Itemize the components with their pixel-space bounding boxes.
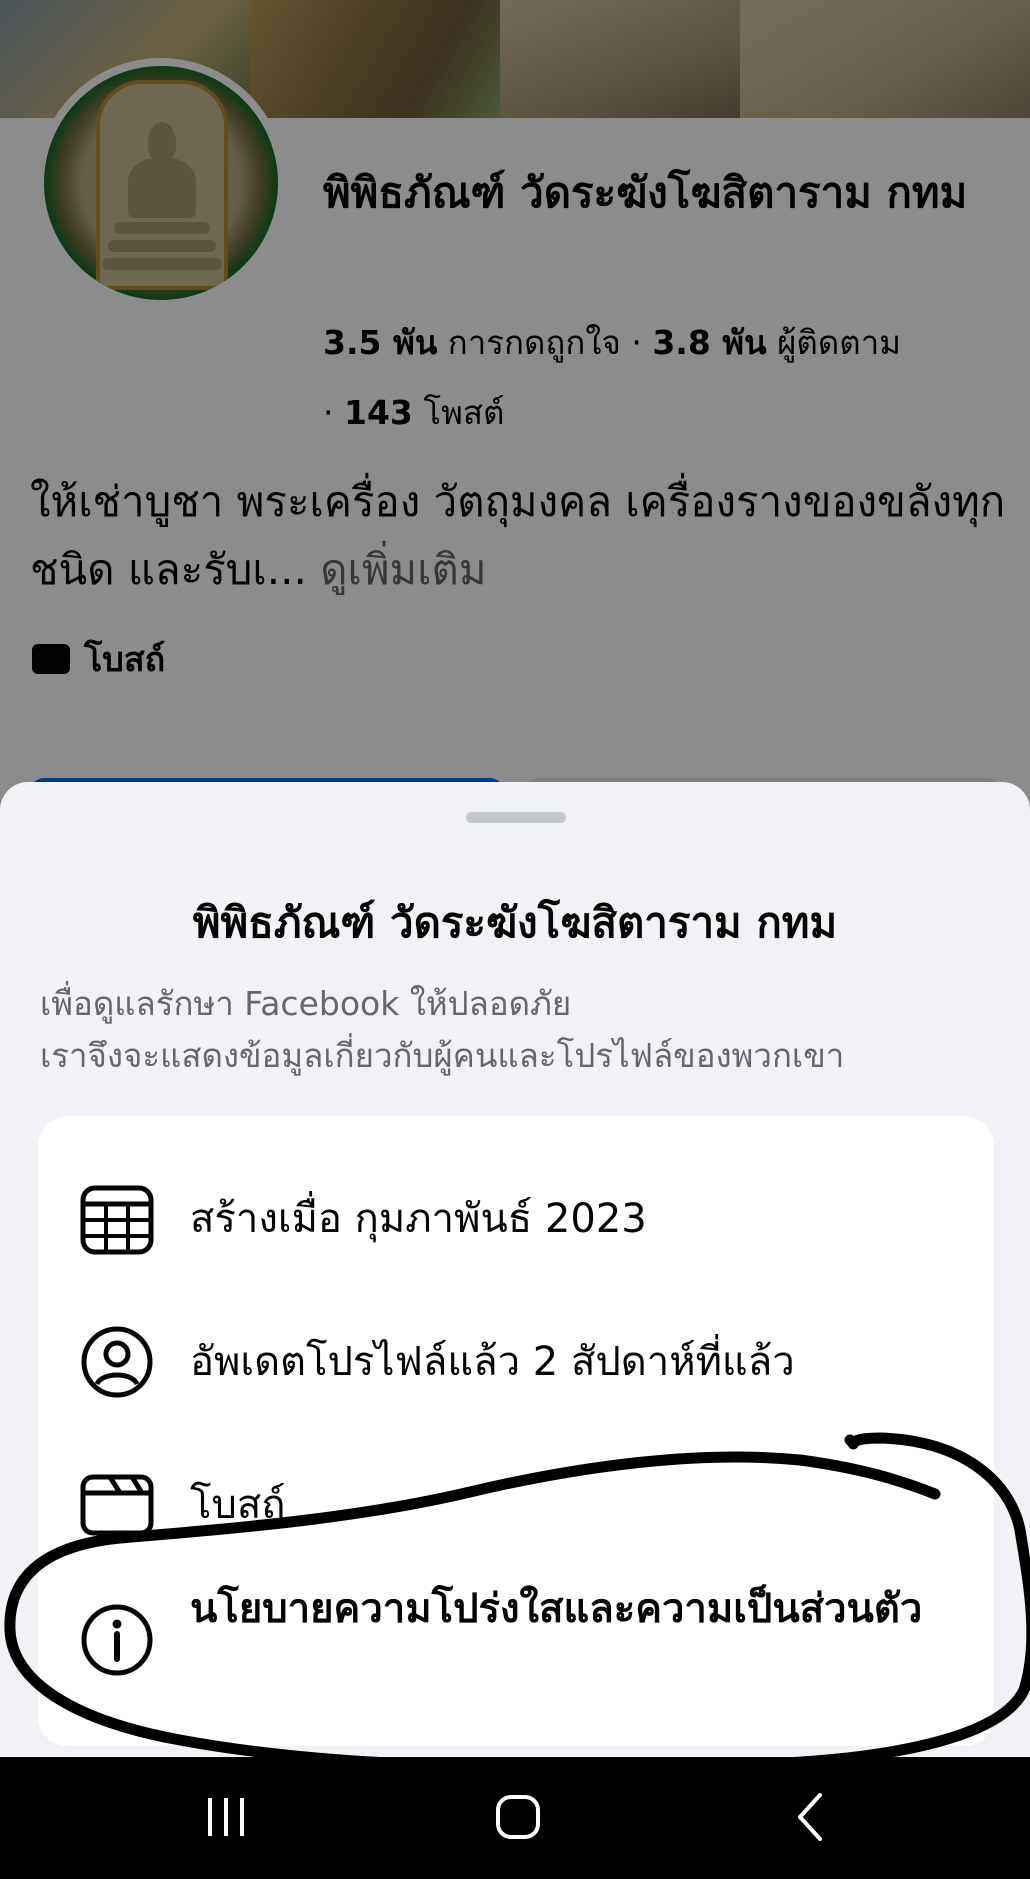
home-icon — [496, 1795, 540, 1839]
description-line: เพื่อดูแลรักษา Facebook ให้ปลอดภัย — [40, 984, 572, 1023]
profile-icon — [81, 1326, 153, 1398]
recent-apps-button[interactable] — [186, 1785, 266, 1849]
sheet-description: เพื่อดูแลรักษา Facebook ให้ปลอดภัย เราจึ… — [40, 978, 1000, 1082]
calendar-icon — [80, 1185, 154, 1255]
recent-apps-icon — [208, 1798, 244, 1836]
category-label: โบสถ์ — [190, 1482, 286, 1528]
page-transparency-sheet: พิพิธภัณฑ์ วัดระฆังโฆสิตาราม กทม เพื่อดู… — [0, 782, 1030, 1757]
system-navigation-bar — [0, 1757, 1030, 1879]
transparency-policy-row[interactable]: นโยบายความโปร่งใสและความเป็นส่วนตัว — [38, 1581, 994, 1701]
back-icon — [798, 1793, 822, 1841]
sheet-title: พิพิธภัณฑ์ วัดระฆังโฆสิตาราม กทม — [192, 898, 838, 947]
sheet-drag-handle[interactable] — [466, 812, 566, 823]
transparency-policy-link[interactable]: นโยบายความโปร่งใสและความเป็นส่วนตัว — [190, 1581, 970, 1637]
profile-updated-row: อัพเดตโปรไฟล์แล้ว 2 สัปดาห์ที่แล้ว — [38, 1325, 994, 1399]
category-icon — [80, 1474, 154, 1536]
back-button[interactable] — [770, 1785, 850, 1849]
home-button[interactable] — [478, 1785, 558, 1849]
created-date-label: สร้างเมื่อ กุมภาพันธ์ 2023 — [190, 1196, 647, 1242]
category-row: โบสถ์ — [38, 1468, 994, 1542]
description-line: เราจึงจะแสดงข้อมูลเกี่ยวกับผู้คนและโปรไฟ… — [40, 1036, 845, 1075]
info-icon — [81, 1604, 153, 1676]
info-card: สร้างเมื่อ กุมภาพันธ์ 2023 อัพเดตโปรไฟล์… — [38, 1116, 994, 1746]
created-date-row: สร้างเมื่อ กุมภาพันธ์ 2023 — [38, 1182, 994, 1256]
profile-updated-label: อัพเดตโปรไฟล์แล้ว 2 สัปดาห์ที่แล้ว — [190, 1339, 795, 1385]
